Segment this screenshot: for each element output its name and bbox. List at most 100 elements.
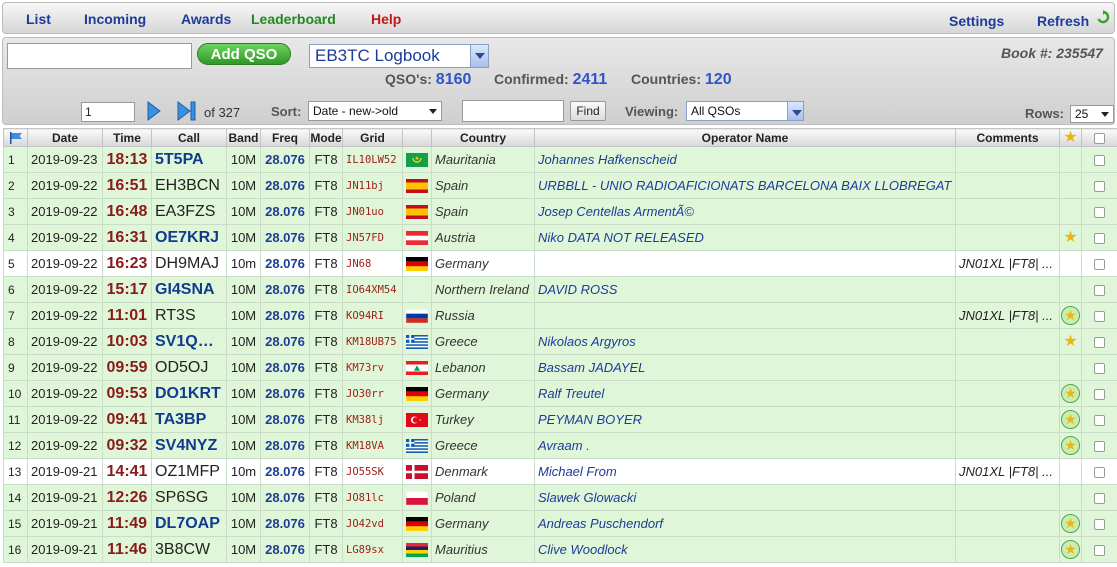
row-checkbox[interactable]: [1094, 441, 1105, 453]
cell-operator[interactable]: DAVID ROSS: [534, 276, 956, 303]
star-icon[interactable]: ★: [1063, 333, 1077, 350]
cell-operator[interactable]: Avraam .: [534, 432, 956, 459]
cell-operator[interactable]: Slawek Glowacki: [534, 484, 956, 511]
row-checkbox[interactable]: [1094, 545, 1105, 557]
col-freq-header[interactable]: Freq: [260, 128, 310, 147]
last-page-icon[interactable]: [176, 100, 198, 122]
cell-operator[interactable]: Nikolaos Argyros: [534, 328, 956, 355]
cell-operator[interactable]: Michael From: [534, 458, 956, 485]
table-row[interactable]: 1 2019-09-23 18:13 5T5PA 10M 28.076 FT8 IL10LW5…: [3, 146, 1117, 173]
cell-callsign[interactable]: GI4SNA: [151, 276, 227, 303]
star-icon[interactable]: ★: [1063, 229, 1077, 246]
table-row[interactable]: 14 2019-09-21 12:26 SP6SG 10M 28.076 FT8 JO81lc…: [3, 484, 1117, 511]
next-page-icon[interactable]: [146, 100, 162, 122]
table-row[interactable]: 12 2019-09-22 09:32 SV4NYZ 10M 28.076 FT8 KM18V…: [3, 432, 1117, 459]
nav-settings[interactable]: Settings: [949, 13, 1004, 29]
row-checkbox[interactable]: [1094, 415, 1105, 427]
col-time-header[interactable]: Time: [102, 128, 152, 147]
star-badge-icon[interactable]: ★: [1061, 384, 1080, 403]
cell-operator[interactable]: Andreas Puschendorf: [534, 510, 956, 537]
nav-help[interactable]: Help: [371, 11, 401, 27]
find-input[interactable]: [462, 100, 564, 122]
add-qso-button[interactable]: Add QSO: [197, 43, 291, 65]
row-checkbox[interactable]: [1094, 337, 1105, 349]
col-grid-header[interactable]: Grid: [342, 128, 403, 147]
table-row[interactable]: 7 2019-09-22 11:01 RT3S 10M 28.076 FT8 KO94RI Ru…: [3, 302, 1117, 329]
sort-select[interactable]: Date - new->old: [308, 101, 442, 121]
star-badge-icon[interactable]: ★: [1061, 514, 1080, 533]
table-row[interactable]: 10 2019-09-22 09:53 DO1KRT 10M 28.076 FT8 JO30r…: [3, 380, 1117, 407]
cell-operator[interactable]: [534, 302, 956, 329]
cell-callsign[interactable]: TA3BP: [151, 406, 227, 433]
cell-operator[interactable]: Niko DATA NOT RELEASED: [534, 224, 956, 251]
logbook-select[interactable]: EB3TC Logbook: [309, 44, 489, 68]
row-checkbox[interactable]: [1094, 389, 1105, 401]
table-row[interactable]: 8 2019-09-22 10:03 SV1QEW 10M 28.076 FT8 KM18UB…: [3, 328, 1117, 355]
col-date-header[interactable]: Date: [27, 128, 103, 147]
cell-callsign[interactable]: SV4NYZ: [151, 432, 227, 459]
row-checkbox[interactable]: [1094, 467, 1105, 479]
row-checkbox[interactable]: [1094, 207, 1105, 219]
cell-operator[interactable]: [534, 250, 956, 277]
table-row[interactable]: 5 2019-09-22 16:23 DH9MAJ 10m 28.076 FT8 JN68 Ge…: [3, 250, 1117, 277]
cell-callsign[interactable]: DH9MAJ: [151, 250, 227, 277]
row-checkbox[interactable]: [1094, 181, 1105, 193]
cell-callsign[interactable]: OZ1MFP: [151, 458, 227, 485]
col-mode-header[interactable]: Mode: [309, 128, 343, 147]
nav-incoming[interactable]: Incoming: [84, 11, 146, 27]
star-badge-icon[interactable]: ★: [1061, 410, 1080, 429]
table-row[interactable]: 11 2019-09-22 09:41 TA3BP 10M 28.076 FT8 KM38lj…: [3, 406, 1117, 433]
cell-operator[interactable]: Johannes Hafkenscheid: [534, 146, 956, 173]
chevron-down-icon[interactable]: [470, 45, 488, 67]
table-row[interactable]: 3 2019-09-22 16:48 EA3FZS 10M 28.076 FT8 JN01uo…: [3, 198, 1117, 225]
cell-operator[interactable]: Clive Woodlock: [534, 536, 956, 563]
nav-awards[interactable]: Awards: [181, 11, 231, 27]
cell-callsign[interactable]: SV1QEW: [151, 328, 227, 355]
row-checkbox[interactable]: [1094, 233, 1105, 245]
cell-callsign[interactable]: SP6SG: [151, 484, 227, 511]
viewing-select[interactable]: All QSOs: [686, 101, 804, 121]
nav-list[interactable]: List: [26, 11, 51, 27]
col-country-header[interactable]: Country: [431, 128, 535, 147]
table-row[interactable]: 2 2019-09-22 16:51 EH3BCN 10M 28.076 FT8 JN11bj…: [3, 172, 1117, 199]
cell-callsign[interactable]: EA3FZS: [151, 198, 227, 225]
star-badge-icon[interactable]: ★: [1061, 436, 1080, 455]
row-checkbox[interactable]: [1094, 493, 1105, 505]
cell-callsign[interactable]: 3B8CW: [151, 536, 227, 563]
cell-callsign[interactable]: RT3S: [151, 302, 227, 329]
cell-operator[interactable]: Bassam JADAYEL: [534, 354, 956, 381]
row-checkbox[interactable]: [1094, 155, 1105, 167]
table-row[interactable]: 9 2019-09-22 09:59 OD5OJ 10M 28.076 FT8 KM73rv L…: [3, 354, 1117, 381]
cell-callsign[interactable]: OE7KRJ: [151, 224, 227, 251]
cell-operator[interactable]: Ralf Treutel: [534, 380, 956, 407]
cell-callsign[interactable]: 5T5PA: [151, 146, 227, 173]
row-checkbox[interactable]: [1094, 259, 1105, 271]
cell-callsign[interactable]: EH3BCN: [151, 172, 227, 199]
row-checkbox[interactable]: [1094, 519, 1105, 531]
col-band-header[interactable]: Band: [226, 128, 261, 147]
page-number-input[interactable]: 1: [81, 102, 135, 122]
row-checkbox[interactable]: [1094, 285, 1105, 297]
qso-entry-input[interactable]: [7, 43, 192, 69]
table-row[interactable]: 6 2019-09-22 15:17 GI4SNA 10M 28.076 FT8 IO64XM…: [3, 276, 1117, 303]
table-row[interactable]: 16 2019-09-21 11:46 3B8CW 10M 28.076 FT8 LG89sx…: [3, 536, 1117, 563]
cell-callsign[interactable]: OD5OJ: [151, 354, 227, 381]
table-row[interactable]: 13 2019-09-21 14:41 OZ1MFP 10m 28.076 FT8 JO55S…: [3, 458, 1117, 485]
nav-leaderboard[interactable]: Leaderboard: [251, 11, 336, 27]
star-badge-icon[interactable]: ★: [1061, 306, 1080, 325]
cell-callsign[interactable]: DO1KRT: [151, 380, 227, 407]
table-row[interactable]: 15 2019-09-21 11:49 DL7OAP 10M 28.076 FT8 JO42v…: [3, 510, 1117, 537]
cell-operator[interactable]: PEYMAN BOYER: [534, 406, 956, 433]
col-operator-header[interactable]: Operator Name: [534, 128, 956, 147]
chevron-down-icon[interactable]: [787, 102, 803, 120]
cell-callsign[interactable]: DL7OAP: [151, 510, 227, 537]
row-checkbox[interactable]: [1094, 311, 1105, 323]
cell-operator[interactable]: URBBLL - UNIO RADIOAFICIONATS BARCELONA …: [534, 172, 956, 199]
star-badge-icon[interactable]: ★: [1061, 540, 1080, 559]
table-row[interactable]: 4 2019-09-22 16:31 OE7KRJ 10M 28.076 FT8 JN57FD…: [3, 224, 1117, 251]
col-comments-header[interactable]: Comments: [955, 128, 1060, 147]
find-button[interactable]: Find: [570, 101, 606, 121]
refresh-icon[interactable]: [1096, 10, 1110, 24]
col-call-header[interactable]: Call: [151, 128, 227, 147]
row-checkbox[interactable]: [1094, 363, 1105, 375]
